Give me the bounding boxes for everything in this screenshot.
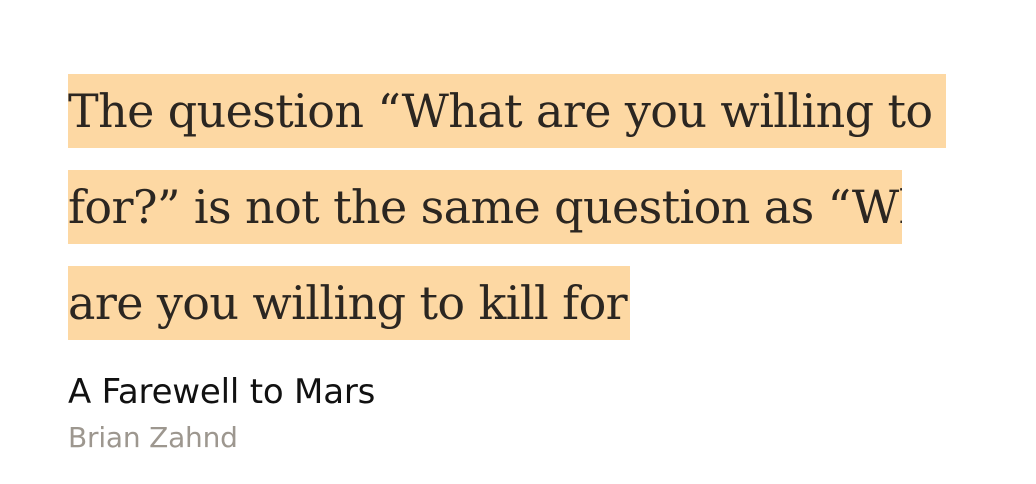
book-author: Brian Zahnd — [68, 421, 238, 454]
book-title: A Farewell to Mars — [68, 372, 376, 412]
highlighted-quote-card: The question “What are you willing to di… — [0, 0, 1036, 484]
highlighted-quote-line-1: The question “What are you willing to di… — [68, 74, 946, 148]
highlighted-quote-line-3: are you willing to kill for?” — [68, 266, 630, 340]
highlighted-quote-line-2: for?” is not the same question as “What — [68, 170, 902, 244]
